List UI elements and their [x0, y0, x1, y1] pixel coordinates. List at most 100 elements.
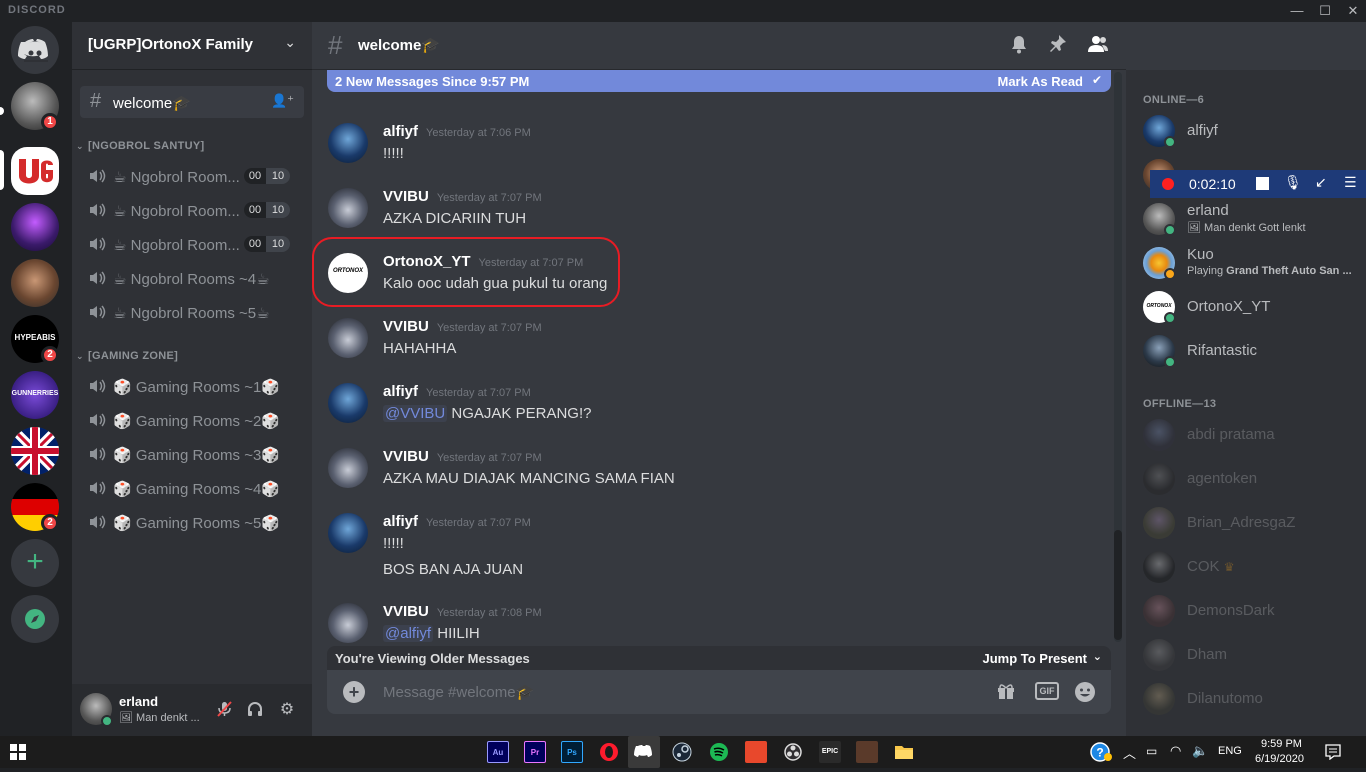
- volume-icon[interactable]: 🔈: [1192, 743, 1208, 759]
- voice-channel[interactable]: ☕ Ngobrol Room... 00 10: [80, 228, 304, 260]
- scrollbar-track[interactable]: [1114, 72, 1122, 642]
- battery-icon[interactable]: ▭: [1146, 744, 1157, 758]
- message-composer[interactable]: + Message #welcome🎓 GIF: [327, 670, 1111, 714]
- help-tray-icon[interactable]: ?: [1089, 741, 1113, 768]
- avatar[interactable]: [328, 603, 368, 643]
- member-item[interactable]: alfiyf: [1143, 113, 1363, 149]
- member-item-offline[interactable]: Dham: [1143, 637, 1363, 673]
- member-item[interactable]: ORTONOX OrtonoX_YT: [1143, 289, 1363, 325]
- scrollbar-thumb[interactable]: [1114, 530, 1122, 640]
- mark-as-read-button[interactable]: Mark As Read: [998, 74, 1084, 89]
- menu-icon[interactable]: ☰: [1344, 174, 1357, 191]
- category-ngobrol[interactable]: ⌄ [NGOBROL SANTUY]: [76, 140, 204, 152]
- voice-channel[interactable]: 🎲 Gaming Rooms ~4🎲: [80, 472, 304, 504]
- gear-icon[interactable]: ⚙: [277, 700, 297, 720]
- server-icon-gunnerries[interactable]: GUNNERRIES: [11, 371, 59, 419]
- message-author[interactable]: VVIBU Yesterday at 7:07 PM: [383, 188, 542, 205]
- member-item-offline[interactable]: abdi pratama: [1143, 417, 1363, 453]
- home-button[interactable]: [11, 26, 59, 74]
- server-icon-4[interactable]: [11, 259, 59, 307]
- explore-servers-icon[interactable]: [11, 595, 59, 643]
- voice-channel[interactable]: 🎲 Gaming Rooms ~1🎲: [80, 370, 304, 402]
- message-author[interactable]: VVIBU Yesterday at 7:07 PM: [383, 448, 542, 465]
- member-item[interactable]: Rifantastic: [1143, 333, 1363, 369]
- server-icon-uk[interactable]: [11, 427, 59, 475]
- older-messages-bar[interactable]: You're Viewing Older Messages Jump To Pr…: [327, 646, 1111, 670]
- channel-welcome[interactable]: # welcome🎓 👤⁺: [80, 86, 304, 118]
- mute-mic-icon[interactable]: [214, 700, 234, 720]
- notification-icon[interactable]: [1325, 744, 1341, 765]
- emoji-icon[interactable]: [1073, 681, 1097, 703]
- bell-icon[interactable]: [1007, 34, 1031, 58]
- jump-to-present-button[interactable]: Jump To Present: [982, 651, 1087, 666]
- voice-channel[interactable]: 🎲 Gaming Rooms ~3🎲: [80, 438, 304, 470]
- steam-app-icon[interactable]: [671, 741, 693, 763]
- members-icon[interactable]: [1086, 34, 1110, 58]
- message-author[interactable]: VVIBU Yesterday at 7:07 PM: [383, 318, 542, 335]
- add-server-icon[interactable]: +: [11, 539, 59, 587]
- spotify-app-icon[interactable]: [708, 741, 730, 763]
- audition-app-icon[interactable]: Au: [487, 741, 509, 763]
- member-item[interactable]: Kuo Playing Grand Theft Auto San ...: [1143, 245, 1363, 281]
- headphones-icon[interactable]: [245, 700, 265, 720]
- gift-icon[interactable]: [994, 681, 1018, 703]
- close-icon[interactable]: ✕: [1344, 2, 1362, 20]
- voice-channel[interactable]: ☕ Ngobrol Room... 00 10: [80, 160, 304, 192]
- member-item-offline[interactable]: DemonsDark: [1143, 593, 1363, 629]
- member-item-offline[interactable]: COK ♛: [1143, 549, 1363, 585]
- opera-app-icon[interactable]: [598, 741, 620, 763]
- premiere-app-icon[interactable]: Pr: [524, 741, 546, 763]
- voice-channel[interactable]: 🎲 Gaming Rooms ~2🎲: [80, 404, 304, 436]
- gif-button[interactable]: GIF: [1035, 682, 1059, 700]
- member-item-offline[interactable]: Brian_AdresgaZ: [1143, 505, 1363, 541]
- new-messages-bar[interactable]: 2 New Messages Since 9:57 PM Mark As Rea…: [327, 70, 1111, 92]
- member-name: Kuo: [1187, 246, 1214, 263]
- language-indicator[interactable]: ENG: [1218, 745, 1242, 757]
- message-author[interactable]: VVIBU Yesterday at 7:08 PM: [383, 603, 542, 620]
- invite-icon[interactable]: 👤⁺: [271, 93, 294, 109]
- epic-games-app-icon[interactable]: EPIC: [819, 741, 841, 763]
- member-item[interactable]: erland 🖼 Man denkt Gott lenkt: [1143, 201, 1363, 237]
- stop-button[interactable]: [1256, 177, 1269, 190]
- clock-time[interactable]: 9:59 PM: [1261, 738, 1302, 750]
- voice-channel[interactable]: ☕ Ngobrol Room... 00 10: [80, 194, 304, 226]
- message-author[interactable]: alfiyf Yesterday at 7:06 PM: [383, 123, 531, 140]
- attach-plus-icon[interactable]: +: [343, 681, 365, 703]
- pin-icon[interactable]: [1046, 34, 1070, 58]
- photoshop-app-icon[interactable]: Ps: [561, 741, 583, 763]
- message-input[interactable]: Message #welcome🎓: [383, 683, 534, 701]
- tray-chevron-up-icon[interactable]: ︿: [1123, 743, 1136, 762]
- server-icon-3[interactable]: [11, 203, 59, 251]
- avatar[interactable]: [328, 318, 368, 358]
- user-mention[interactable]: @alfiyf: [383, 625, 434, 642]
- avatar[interactable]: [328, 448, 368, 488]
- file-explorer-icon[interactable]: [893, 741, 915, 763]
- avatar[interactable]: [328, 188, 368, 228]
- maximize-icon[interactable]: ☐: [1316, 2, 1334, 20]
- discord-taskbar-icon[interactable]: [628, 736, 660, 768]
- avatar[interactable]: [328, 513, 368, 553]
- avatar: [1143, 551, 1175, 583]
- minimize-icon[interactable]: —: [1288, 2, 1306, 20]
- message-author[interactable]: alfiyf Yesterday at 7:07 PM: [383, 383, 531, 400]
- obs-app-icon[interactable]: [782, 741, 804, 763]
- draw-icon[interactable]: ↙: [1315, 174, 1327, 191]
- avatar[interactable]: [328, 123, 368, 163]
- server-icon-ugrp[interactable]: [11, 147, 59, 195]
- member-item-offline[interactable]: Dilanutomo: [1143, 681, 1363, 717]
- user-mention[interactable]: @VVIBU: [383, 405, 448, 422]
- member-item-offline[interactable]: agentoken: [1143, 461, 1363, 497]
- voice-channel[interactable]: ☕ Ngobrol Rooms ~4☕: [80, 262, 304, 294]
- message-author[interactable]: alfiyf Yesterday at 7:07 PM: [383, 513, 531, 530]
- app-icon[interactable]: [745, 741, 767, 763]
- wifi-icon[interactable]: ◠: [1170, 743, 1181, 759]
- mic-off-icon[interactable]: 🎙: [1284, 174, 1302, 191]
- voice-channel[interactable]: 🎲 Gaming Rooms ~5🎲: [80, 506, 304, 538]
- clock-date[interactable]: 6/19/2020: [1255, 753, 1304, 765]
- guild-header[interactable]: [UGRP]OrtonoX Family ⌄: [72, 22, 312, 70]
- category-gaming[interactable]: ⌄ [GAMING ZONE]: [76, 350, 178, 362]
- game-app-icon[interactable]: [856, 741, 878, 763]
- windows-start-icon[interactable]: [10, 744, 26, 765]
- voice-channel[interactable]: ☕ Ngobrol Rooms ~5☕: [80, 296, 304, 328]
- avatar[interactable]: [328, 383, 368, 423]
